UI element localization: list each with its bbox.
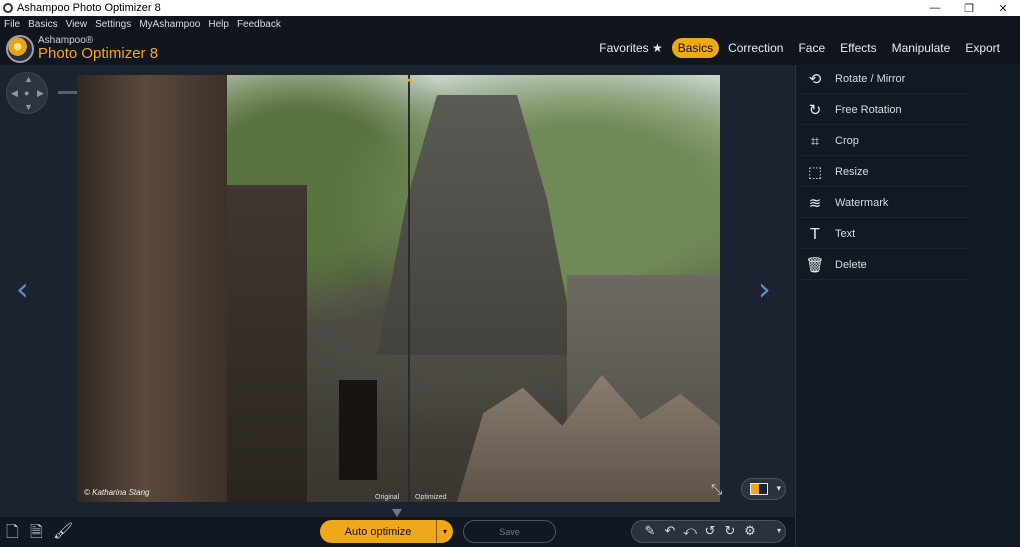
pan-left-icon[interactable]: ◀ — [11, 88, 18, 99]
add-file-icon[interactable]: 🗋 — [6, 521, 19, 547]
watermark-icon: ≋ — [808, 194, 822, 212]
minimize-button[interactable]: — — [918, 0, 952, 16]
delete-button[interactable]: 🗑 Delete — [799, 251, 969, 280]
tab-export[interactable]: Export — [959, 38, 1006, 58]
photo-credit: © Katharina Stang — [84, 488, 150, 497]
menu-settings[interactable]: Settings — [91, 19, 135, 30]
auto-optimize-button[interactable]: Auto optimize ▾ — [320, 520, 453, 543]
text-icon: T — [810, 225, 820, 243]
menu-view[interactable]: View — [62, 19, 92, 30]
original-label: Original — [375, 494, 400, 501]
auto-optimize-label: Auto optimize — [344, 525, 412, 538]
menu-myashampoo[interactable]: MyAshampoo — [135, 19, 204, 30]
optimized-label: Optimized — [415, 494, 447, 501]
add-folder-icon[interactable]: 🗎 — [30, 521, 43, 547]
crop-label: Crop — [835, 135, 859, 147]
photo-ruin-left — [227, 185, 307, 502]
tab-manipulate[interactable]: Manipulate — [886, 38, 957, 58]
photo-temple-tower — [377, 95, 577, 355]
chevron-down-icon[interactable]: ▾ — [777, 526, 781, 535]
resize-icon: ⬚ — [807, 163, 823, 181]
title-bar: Ashampoo Photo Optimizer 8 — ❐ ✕ — [0, 0, 1020, 16]
pan-down-icon[interactable]: ▼ — [24, 102, 33, 112]
undo-icon[interactable]: ↶ — [660, 524, 680, 539]
watermark-label: Watermark — [835, 197, 889, 209]
brand-product: Photo Optimizer 8 — [38, 45, 159, 62]
edit-tools-group: ✎ ↶ ⤺ ↺ ↻ ⚙ ▾ — [631, 520, 786, 543]
menu-file[interactable]: File — [0, 19, 24, 30]
menu-feedback[interactable]: Feedback — [233, 19, 285, 30]
window-title: Ashampoo Photo Optimizer 8 — [17, 2, 161, 14]
tab-basics[interactable]: Basics — [671, 38, 720, 58]
menu-help[interactable]: Help — [204, 19, 233, 30]
photo-pillar — [77, 75, 227, 502]
maximize-button[interactable]: ❐ — [952, 0, 986, 16]
watermark-button[interactable]: ≋ Watermark — [799, 189, 969, 218]
bottom-toolbar: 🗋 🗎 🖌 Auto optimize ▾ Save ✎ ↶ ⤺ ↺ ↻ ⚙ ▾ — [0, 517, 795, 547]
text-button[interactable]: T Text — [799, 220, 969, 249]
undo-all-icon[interactable]: ⤺ — [680, 524, 700, 539]
rotate-right-icon[interactable]: ↻ — [720, 524, 740, 539]
delete-label: Delete — [835, 259, 867, 271]
menu-bar: File Basics View Settings MyAshampoo Hel… — [0, 16, 1020, 33]
collapse-panel-icon[interactable] — [392, 509, 402, 517]
chevron-down-icon[interactable]: ▾ — [436, 520, 453, 543]
rotate-mirror-icon: ⟲ — [808, 70, 822, 88]
pan-up-icon[interactable]: ▲ — [24, 74, 33, 84]
tab-effects[interactable]: Effects — [834, 38, 882, 58]
chevron-down-icon[interactable]: ▾ — [776, 483, 781, 494]
photo-preview: © Katharina Stang Original Optimized — [77, 75, 720, 502]
text-label: Text — [835, 228, 856, 240]
photo-doorway — [339, 380, 377, 480]
crop-button[interactable]: ⌗ Crop — [799, 127, 969, 156]
category-tabs: Favorites ★ Basics Correction Face Effec… — [590, 38, 1006, 58]
tab-correction[interactable]: Correction — [722, 38, 789, 58]
tab-face[interactable]: Face — [792, 38, 831, 58]
basics-panel: ⟲ Rotate / Mirror ↻ Free Rotation ⌗ Crop… — [795, 65, 1020, 547]
pan-center-icon[interactable]: ● — [24, 88, 29, 98]
rotate-left-icon[interactable]: ↺ — [700, 524, 720, 539]
split-handle-icon[interactable]: ◂▸ — [405, 76, 412, 84]
crop-icon: ⌗ — [810, 132, 820, 150]
clear-brush-icon[interactable]: 🖌 — [53, 521, 73, 540]
close-button[interactable]: ✕ — [986, 0, 1020, 16]
header: Ashampoo® Photo Optimizer 8 Favorites ★ … — [0, 33, 1020, 65]
rotate-mirror-label: Rotate / Mirror — [835, 73, 906, 85]
menu-basics[interactable]: Basics — [24, 19, 61, 30]
delete-icon: 🗑 — [805, 256, 825, 274]
app-logo — [6, 35, 34, 63]
compare-view-button[interactable]: ▾ — [741, 478, 786, 500]
free-rotation-label: Free Rotation — [835, 104, 902, 116]
pan-navigator[interactable]: ▲ ◀ ● ▶ ▼ — [6, 72, 48, 114]
previous-image-icon[interactable]: ‹ — [16, 270, 29, 308]
image-viewer: ▲ ◀ ● ▶ ▼ © Katharina Stang Original Opt… — [0, 65, 795, 517]
settings-gear-icon[interactable]: ⚙ — [740, 524, 760, 539]
app-icon — [3, 3, 13, 13]
split-view-icon — [750, 483, 768, 495]
fit-to-window-icon[interactable]: ⤡ — [711, 481, 722, 498]
compare-split-line[interactable] — [408, 75, 410, 502]
rotate-mirror-button[interactable]: ⟲ Rotate / Mirror — [799, 65, 969, 94]
pan-right-icon[interactable]: ▶ — [37, 88, 44, 99]
free-rotation-icon: ↻ — [808, 101, 822, 119]
resize-button[interactable]: ⬚ Resize — [799, 158, 969, 187]
save-button[interactable]: Save — [463, 520, 556, 543]
next-image-icon[interactable]: › — [758, 270, 771, 308]
magic-wand-icon[interactable]: ✎ — [640, 524, 660, 539]
tab-favorites[interactable]: Favorites ★ — [593, 38, 668, 58]
resize-label: Resize — [835, 166, 869, 178]
free-rotation-button[interactable]: ↻ Free Rotation — [799, 96, 969, 125]
